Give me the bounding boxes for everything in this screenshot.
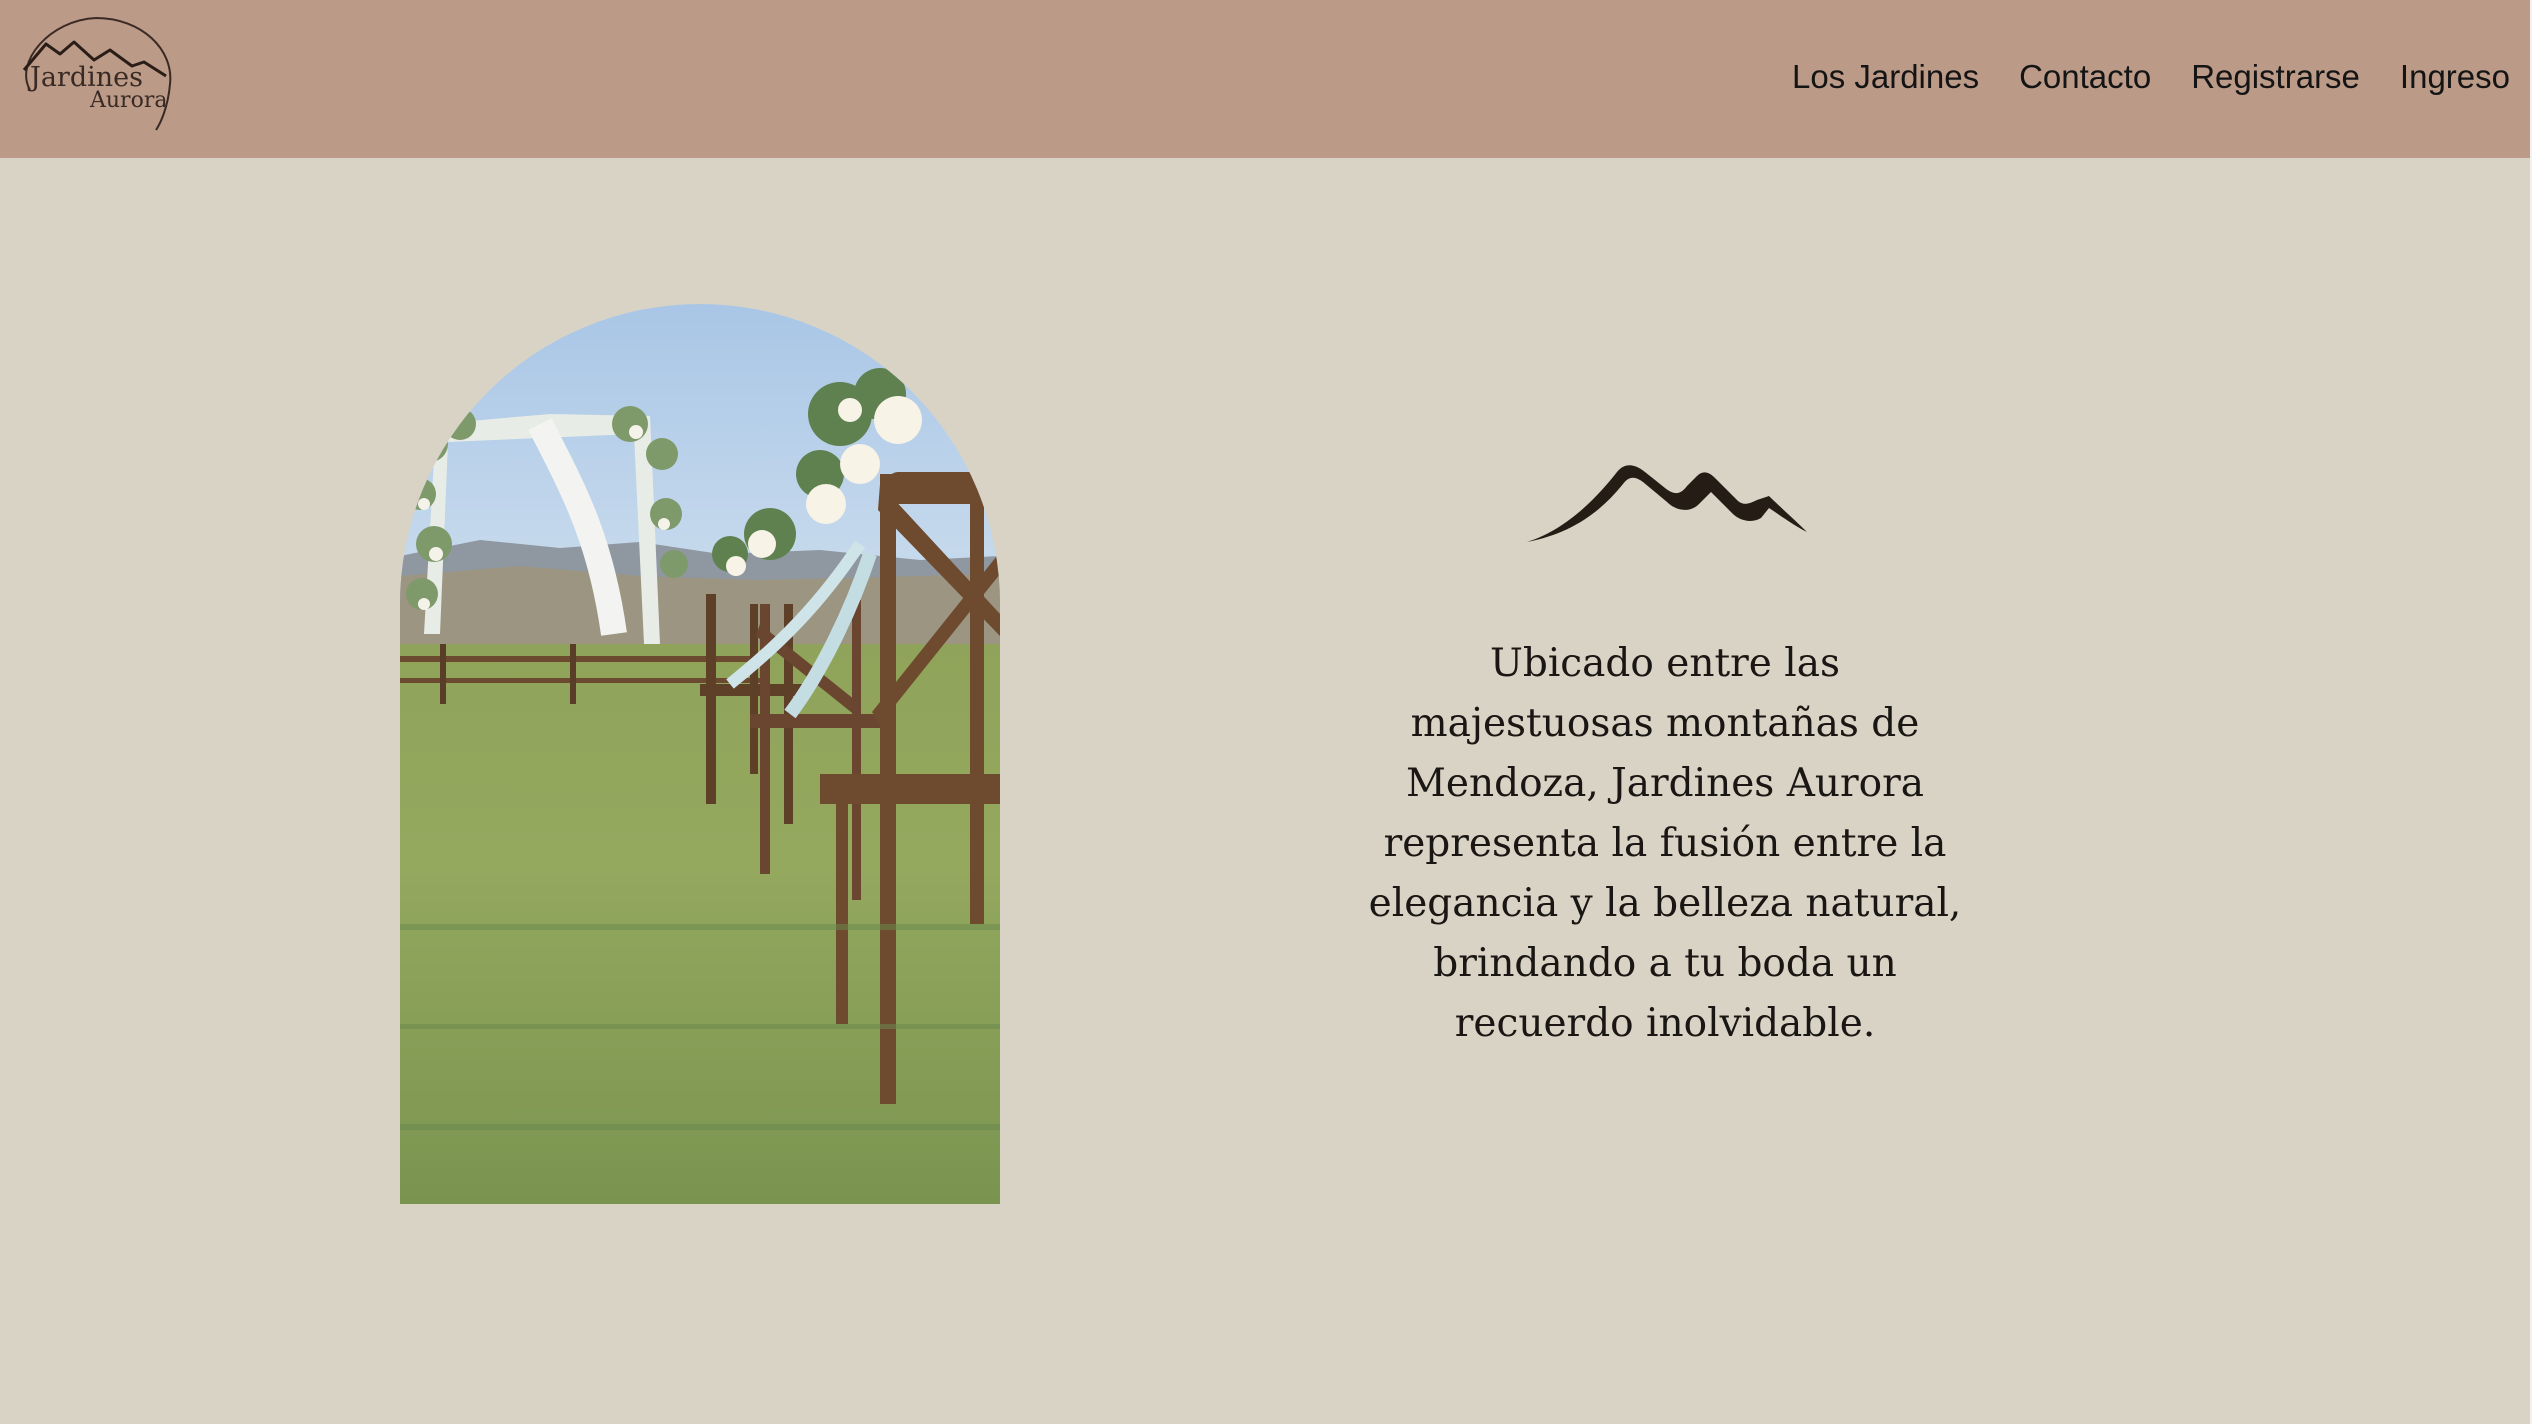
mountain-logo-icon: Jardines Aurora bbox=[22, 16, 172, 131]
nav-los-jardines[interactable]: Los Jardines bbox=[1792, 58, 1979, 96]
site-header: Jardines Aurora Los Jardines Contacto Re… bbox=[0, 0, 2532, 158]
site-logo[interactable]: Jardines Aurora bbox=[6, 14, 176, 134]
nav-ingreso[interactable]: Ingreso bbox=[2400, 58, 2510, 96]
nav-contacto[interactable]: Contacto bbox=[2019, 58, 2151, 96]
nav-registrarse[interactable]: Registrarse bbox=[2191, 58, 2360, 96]
svg-text:Aurora: Aurora bbox=[89, 88, 167, 113]
main-nav: Los Jardines Contacto Registrarse Ingres… bbox=[1752, 58, 2510, 96]
mountain-icon bbox=[1525, 460, 1810, 545]
hero-image bbox=[400, 304, 1000, 1204]
venue-description: Ubicado entre las majestuosas montañas d… bbox=[1368, 641, 1962, 1046]
